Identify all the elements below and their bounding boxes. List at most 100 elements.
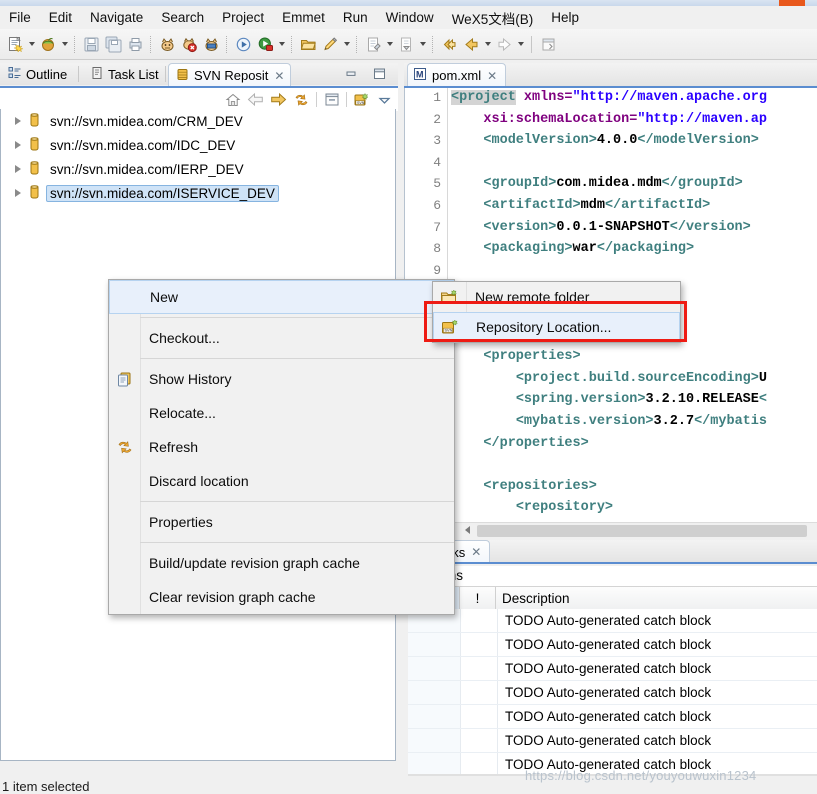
back-history-dropdown[interactable] xyxy=(482,33,493,55)
expand-arrow-icon[interactable] xyxy=(9,141,27,149)
menu-project[interactable]: Project xyxy=(213,8,273,27)
home-icon[interactable] xyxy=(221,89,244,111)
next-annotation-dropdown[interactable] xyxy=(417,33,428,55)
run-dropdown[interactable] xyxy=(276,33,287,55)
refresh-icon[interactable] xyxy=(290,89,313,111)
scroll-left-arrow-icon[interactable] xyxy=(465,526,470,534)
save-icon[interactable] xyxy=(80,33,102,55)
back-icon[interactable] xyxy=(438,33,460,55)
tab-svn-repositories[interactable]: SVN Reposit ✕ xyxy=(168,63,292,87)
tree-item-crm-dev[interactable]: svn://svn.midea.com/CRM_DEV xyxy=(1,109,395,133)
tomcat-start-icon[interactable] xyxy=(156,33,178,55)
tomcat-stop-icon[interactable] xyxy=(178,33,200,55)
tab-separator xyxy=(165,66,166,82)
toolbar-separator xyxy=(356,35,358,53)
print-icon[interactable] xyxy=(124,33,146,55)
save-all-icon[interactable] xyxy=(102,33,124,55)
pencil-dropdown[interactable] xyxy=(341,33,352,55)
close-icon[interactable]: ✕ xyxy=(274,69,284,83)
code-line: <artifactId>mdm</artifactId> xyxy=(483,198,711,213)
menu-window[interactable]: Window xyxy=(377,8,443,27)
context-menu-item-checkout[interactable]: Checkout... xyxy=(109,321,454,355)
submenu-item-new-remote-folder-label: New remote folder xyxy=(475,289,590,305)
minimize-button[interactable] xyxy=(342,66,360,81)
new-wizard-dropdown[interactable] xyxy=(26,33,37,55)
menu-emmet[interactable]: Emmet xyxy=(273,8,334,27)
menu-file[interactable]: File xyxy=(0,8,40,27)
new-submenu[interactable]: New remote folder SVN Repository Locatio… xyxy=(432,281,681,343)
next-annotation-icon[interactable] xyxy=(395,33,417,55)
context-menu-item-show-history[interactable]: Show History xyxy=(109,362,454,396)
table-row[interactable]: TODO Auto-generated catch block xyxy=(408,657,817,681)
run-icon[interactable] xyxy=(254,33,276,55)
tab-task-list-label: Task List xyxy=(108,66,159,82)
pencil-icon[interactable] xyxy=(319,33,341,55)
row-description-cell: TODO Auto-generated catch block xyxy=(505,733,712,748)
back-arrow-icon[interactable] xyxy=(244,89,267,111)
tab-svn-repositories-label: SVN Reposit xyxy=(194,68,269,83)
tab-separator xyxy=(78,66,79,82)
table-row[interactable]: TODO Auto-generated catch block xyxy=(408,705,817,729)
column-header-description[interactable]: Description xyxy=(496,587,817,610)
forward-dropdown[interactable] xyxy=(515,33,526,55)
tree-item-idc-dev[interactable]: svn://svn.midea.com/IDC_DEV xyxy=(1,133,395,157)
external-tools-icon[interactable] xyxy=(362,33,384,55)
forward-icon[interactable] xyxy=(493,33,515,55)
debug-icon[interactable] xyxy=(232,33,254,55)
tab-pom-xml[interactable]: M pom.xml ✕ xyxy=(407,63,507,87)
editor-horizontal-scrollbar[interactable] xyxy=(404,522,817,539)
new-repository-location-icon[interactable]: SVN xyxy=(350,89,373,111)
context-menu-item-relocate[interactable]: Relocate... xyxy=(109,396,454,430)
row-icon-cell xyxy=(408,633,461,656)
column-header-priority[interactable]: ! xyxy=(460,587,496,610)
close-icon[interactable]: ✕ xyxy=(487,69,497,83)
external-tools-dropdown[interactable] xyxy=(384,33,395,55)
expand-arrow-icon[interactable] xyxy=(9,165,27,173)
expand-arrow-icon[interactable] xyxy=(9,189,27,197)
scrollbar-thumb[interactable] xyxy=(477,525,807,537)
tree-item-iservice-dev[interactable]: svn://svn.midea.com/ISERVICE_DEV xyxy=(1,181,395,205)
outline-icon xyxy=(8,66,22,83)
close-icon[interactable]: ✕ xyxy=(471,545,481,559)
open-folder-icon[interactable] xyxy=(297,33,319,55)
java-package-dropdown[interactable] xyxy=(59,33,70,55)
context-menu-item-properties[interactable]: Properties xyxy=(109,505,454,539)
new-wizard-icon[interactable] xyxy=(4,33,26,55)
new-editor-icon[interactable] xyxy=(537,33,559,55)
svg-text:M: M xyxy=(416,69,424,79)
tree-item-ierp-dev[interactable]: svn://svn.midea.com/IERP_DEV xyxy=(1,157,395,181)
menu-help[interactable]: Help xyxy=(542,8,588,27)
menu-navigate[interactable]: Navigate xyxy=(81,8,152,27)
menu-run[interactable]: Run xyxy=(334,8,377,27)
view-menu-icon[interactable] xyxy=(373,89,396,111)
tab-task-list[interactable]: Task List xyxy=(84,63,165,85)
back-history-icon[interactable] xyxy=(460,33,482,55)
tomcat-config-icon[interactable] xyxy=(200,33,222,55)
submenu-item-repository-location[interactable]: SVN Repository Location... xyxy=(433,312,680,342)
toolbar-separator xyxy=(346,92,347,107)
menu-edit[interactable]: Edit xyxy=(40,8,81,27)
history-icon xyxy=(109,362,140,396)
svn-context-menu[interactable]: New Checkout... Show History Relocate...… xyxy=(108,279,455,615)
tab-outline[interactable]: Outline xyxy=(2,63,73,85)
context-menu-item-refresh[interactable]: Refresh xyxy=(109,430,454,464)
line-number: 7 xyxy=(433,219,441,235)
maximize-button[interactable] xyxy=(370,66,388,81)
submenu-item-new-remote-folder[interactable]: New remote folder xyxy=(433,282,680,312)
context-menu-item-new[interactable]: New xyxy=(109,280,454,314)
context-menu-item-discard-location[interactable]: Discard location xyxy=(109,464,454,498)
line-number: 4 xyxy=(433,154,441,170)
expand-arrow-icon[interactable] xyxy=(9,117,27,125)
table-row[interactable]: TODO Auto-generated catch block xyxy=(408,681,817,705)
menu-wex5-docs[interactable]: WeX5文档(B) xyxy=(443,6,543,30)
context-menu-item-clear-revision-graph-cache[interactable]: Clear revision graph cache xyxy=(109,580,454,614)
menu-search[interactable]: Search xyxy=(152,8,213,27)
collapse-all-icon[interactable] xyxy=(320,89,343,111)
java-package-icon[interactable] xyxy=(37,33,59,55)
table-row[interactable]: TODO Auto-generated catch block xyxy=(408,633,817,657)
table-row[interactable]: TODO Auto-generated catch block xyxy=(408,609,817,633)
table-row[interactable]: TODO Auto-generated catch block xyxy=(408,729,817,753)
forward-arrow-icon[interactable] xyxy=(267,89,290,111)
context-menu-item-build-revision-graph-cache[interactable]: Build/update revision graph cache xyxy=(109,546,454,580)
tasks-table-body[interactable]: TODO Auto-generated catch block TODO Auto… xyxy=(408,609,817,774)
